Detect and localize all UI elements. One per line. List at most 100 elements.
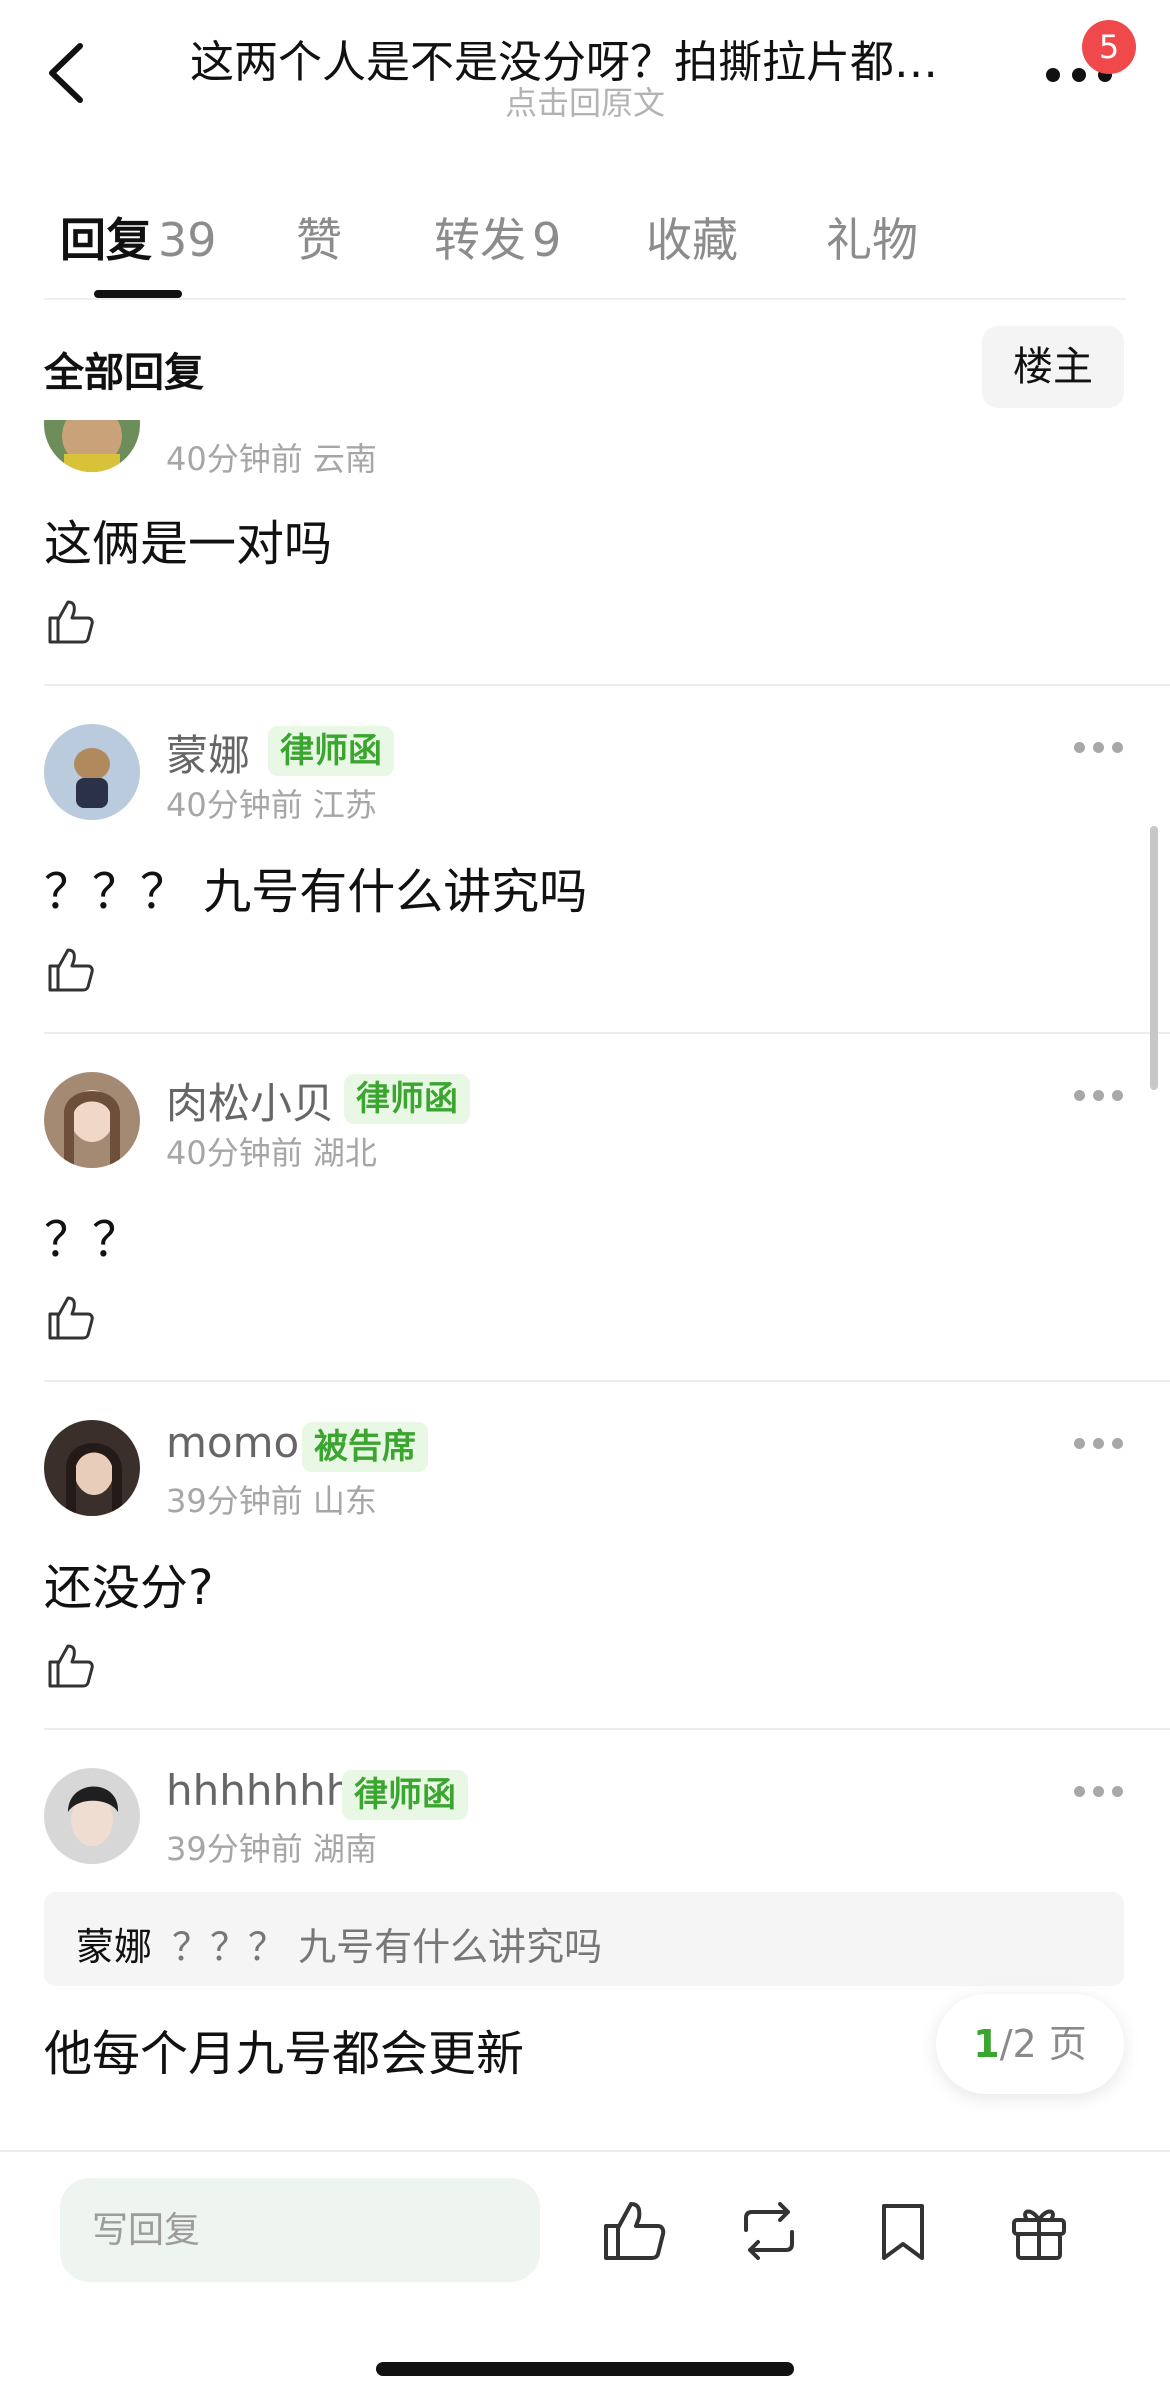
- avatar-image: [44, 1420, 140, 1516]
- comment-location: 云南: [312, 440, 377, 478]
- like-button[interactable]: [44, 944, 96, 996]
- thumbs-up-icon: [604, 2202, 666, 2260]
- user-name[interactable]: hhhhhhh: [166, 1766, 352, 1815]
- comment-text[interactable]: 这俩是一对吗: [44, 504, 332, 574]
- thumbs-up-icon: [48, 948, 94, 992]
- tab-reposts[interactable]: 转发 9: [434, 204, 561, 270]
- comment-more-button[interactable]: [1074, 1434, 1124, 1454]
- current-page: 1: [973, 2022, 1000, 2066]
- home-indicator[interactable]: [376, 2362, 794, 2376]
- thumbs-up-icon: [48, 1644, 94, 1688]
- page-indicator[interactable]: 1/2 页: [936, 1994, 1124, 2094]
- more-icon-dot: [1112, 1786, 1123, 1797]
- user-tag: 律师函: [344, 1074, 470, 1124]
- comment-list[interactable]: 40分钟前 云南 这俩是一对吗 蒙娜 律师函 40分钟前 江苏 ？？？ 九号有什…: [0, 420, 1170, 2150]
- comment-meta: 40分钟前 湖北: [166, 1128, 377, 1174]
- gift-icon: [1012, 2209, 1066, 2260]
- like-button[interactable]: [44, 1640, 96, 1692]
- user-name[interactable]: momo: [166, 1418, 299, 1467]
- tab-count: 9: [532, 213, 562, 267]
- comment-divider: [44, 684, 1170, 686]
- more-icon-dot: [1093, 1090, 1104, 1101]
- avatar[interactable]: [44, 1072, 140, 1168]
- scrollbar[interactable]: [1150, 826, 1158, 1090]
- thumbs-up-icon: [48, 1296, 94, 1340]
- more-icon: [1074, 1786, 1085, 1797]
- tab-replies[interactable]: 回复 39: [60, 204, 217, 270]
- active-tab-indicator: [94, 290, 182, 298]
- comment-more-button[interactable]: [1074, 1782, 1124, 1802]
- repost-icon: [744, 2202, 794, 2260]
- comment-meta: 39分钟前 湖南: [166, 1824, 377, 1870]
- tab-label: 礼物: [826, 213, 918, 267]
- user-tag: 律师函: [342, 1770, 468, 1820]
- avatar-image: [44, 724, 140, 820]
- avatar[interactable]: [44, 420, 140, 472]
- like-button[interactable]: [44, 596, 96, 648]
- comment-time: 40分钟前: [166, 786, 303, 824]
- quoted-reply[interactable]: 蒙娜 ？？？ 九号有什么讲究吗: [44, 1892, 1124, 1986]
- gift-button[interactable]: [1004, 2196, 1074, 2266]
- comment-more-button[interactable]: [1074, 738, 1124, 758]
- comment-more-button[interactable]: [1074, 1086, 1124, 1106]
- like-button[interactable]: [44, 1292, 96, 1344]
- tab-label: 收藏: [646, 213, 738, 267]
- tab-label: 赞: [296, 213, 342, 267]
- comment-time: 40分钟前: [166, 440, 303, 478]
- more-icon-dot: [1112, 1090, 1123, 1101]
- tab-count: 39: [158, 213, 217, 267]
- more-icon: [1046, 68, 1060, 82]
- more-icon-dot: [1093, 1438, 1104, 1449]
- more-icon-dot: [1112, 1438, 1123, 1449]
- comment-location: 湖南: [312, 1830, 377, 1868]
- bookmark-button[interactable]: [868, 2196, 938, 2266]
- total-pages: /2 页: [999, 2022, 1087, 2066]
- user-name[interactable]: 蒙娜: [166, 722, 250, 783]
- divider: [44, 298, 1126, 300]
- avatar-image: [44, 420, 140, 472]
- avatar[interactable]: [44, 1420, 140, 1516]
- comment-meta: 40分钟前 云南: [166, 434, 377, 480]
- comment-text[interactable]: ？？？ 九号有什么讲究吗: [44, 852, 587, 922]
- comment-text[interactable]: 还没分?: [44, 1548, 213, 1618]
- avatar[interactable]: [44, 1768, 140, 1864]
- thumbs-up-icon: [48, 600, 94, 644]
- tab-favorites[interactable]: 收藏: [646, 204, 738, 270]
- quoted-user-name: 蒙娜: [76, 1925, 153, 1969]
- user-tag: 律师函: [268, 726, 394, 776]
- quoted-text: ？？？ 九号有什么讲究吗: [172, 1925, 603, 1969]
- avatar[interactable]: [44, 724, 140, 820]
- more-icon: [1074, 742, 1085, 753]
- tab-bar: 回复 39 赞 转发 9 收藏 礼物: [0, 190, 1170, 300]
- tab-label: 转发: [434, 213, 526, 267]
- repost-button[interactable]: [734, 2196, 804, 2266]
- comment-meta: 39分钟前 山东: [166, 1476, 377, 1522]
- avatar-image: [44, 1072, 140, 1168]
- comment-divider: [44, 1380, 1170, 1382]
- reply-input[interactable]: [60, 2178, 540, 2282]
- comment-divider: [44, 1728, 1170, 1730]
- comment-text[interactable]: ？？: [44, 1200, 140, 1270]
- comment-location: 湖北: [312, 1134, 377, 1172]
- avatar-image: [44, 1768, 140, 1864]
- tab-gifts[interactable]: 礼物: [826, 204, 918, 270]
- like-post-button[interactable]: [598, 2196, 668, 2266]
- comment-text[interactable]: 他每个月九号都会更新: [44, 2014, 524, 2084]
- more-icon-dot: [1072, 68, 1086, 82]
- notification-badge: 5: [1082, 20, 1136, 74]
- comment-time: 39分钟前: [166, 1482, 303, 1520]
- user-tag: 被告席: [302, 1422, 428, 1472]
- comment-time: 39分钟前: [166, 1830, 303, 1868]
- more-icon: [1074, 1090, 1085, 1101]
- owner-only-button[interactable]: 楼主: [982, 326, 1124, 408]
- tab-likes[interactable]: 赞: [296, 204, 342, 270]
- back-to-original-link[interactable]: 点击回原文: [0, 78, 1170, 124]
- top-header: 这两个人是不是没分呀？拍撕拉片都… 点击回原文 5: [0, 0, 1170, 150]
- all-replies-label[interactable]: 全部回复: [44, 340, 204, 398]
- bookmark-icon: [882, 2204, 924, 2260]
- comment-divider: [44, 1032, 1170, 1034]
- more-icon-dot: [1093, 1786, 1104, 1797]
- comment-time: 40分钟前: [166, 1134, 303, 1172]
- user-name[interactable]: 肉松小贝: [166, 1070, 334, 1131]
- comment-location: 山东: [312, 1482, 377, 1520]
